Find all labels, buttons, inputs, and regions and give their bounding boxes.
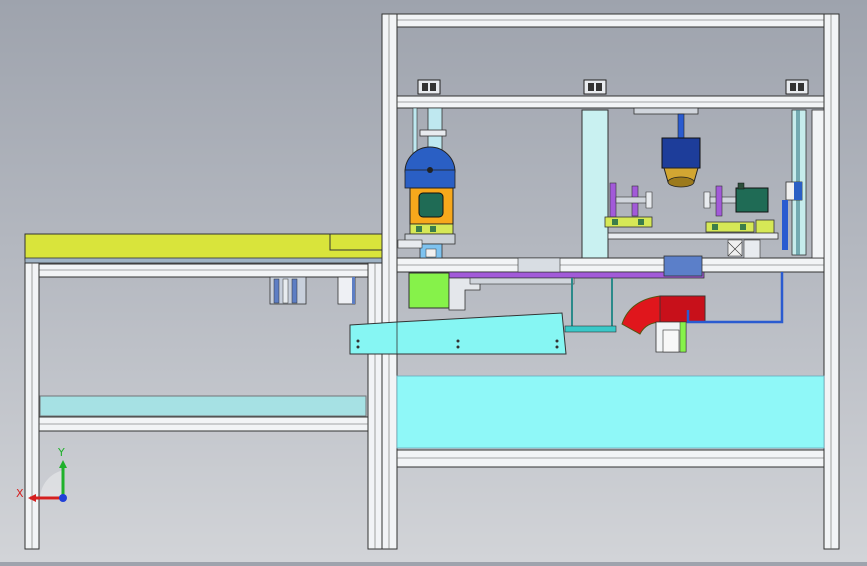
tabletop-edge	[24, 257, 384, 264]
tabletop	[24, 233, 384, 261]
clamp-3	[785, 79, 809, 95]
top-clamps	[417, 79, 809, 95]
left-station	[397, 107, 456, 259]
roller-stations	[604, 109, 807, 259]
y-axis-label: Y	[57, 446, 65, 459]
left-rail-upper	[36, 263, 371, 278]
left-lower-panel	[39, 395, 367, 417]
center-plate	[581, 109, 609, 259]
lower-beam	[396, 449, 825, 468]
cad-viewport[interactable]: X Y	[0, 0, 867, 562]
x-axis-label: X	[16, 487, 24, 500]
left-table	[24, 233, 384, 550]
clamp-1	[417, 79, 441, 95]
axis-triad[interactable]: X Y	[16, 446, 67, 502]
gripper-head	[661, 137, 701, 169]
machine-assembly-drawing: X Y	[16, 13, 840, 550]
overhead-bracket	[633, 107, 699, 115]
column-left	[381, 13, 398, 550]
column-right	[823, 13, 840, 550]
right-side-plate	[811, 109, 825, 259]
top-beam	[382, 13, 839, 28]
green-block	[408, 272, 450, 309]
collection-bin	[396, 375, 825, 449]
z-axis-dot	[59, 494, 67, 502]
clamp-2	[583, 79, 607, 95]
